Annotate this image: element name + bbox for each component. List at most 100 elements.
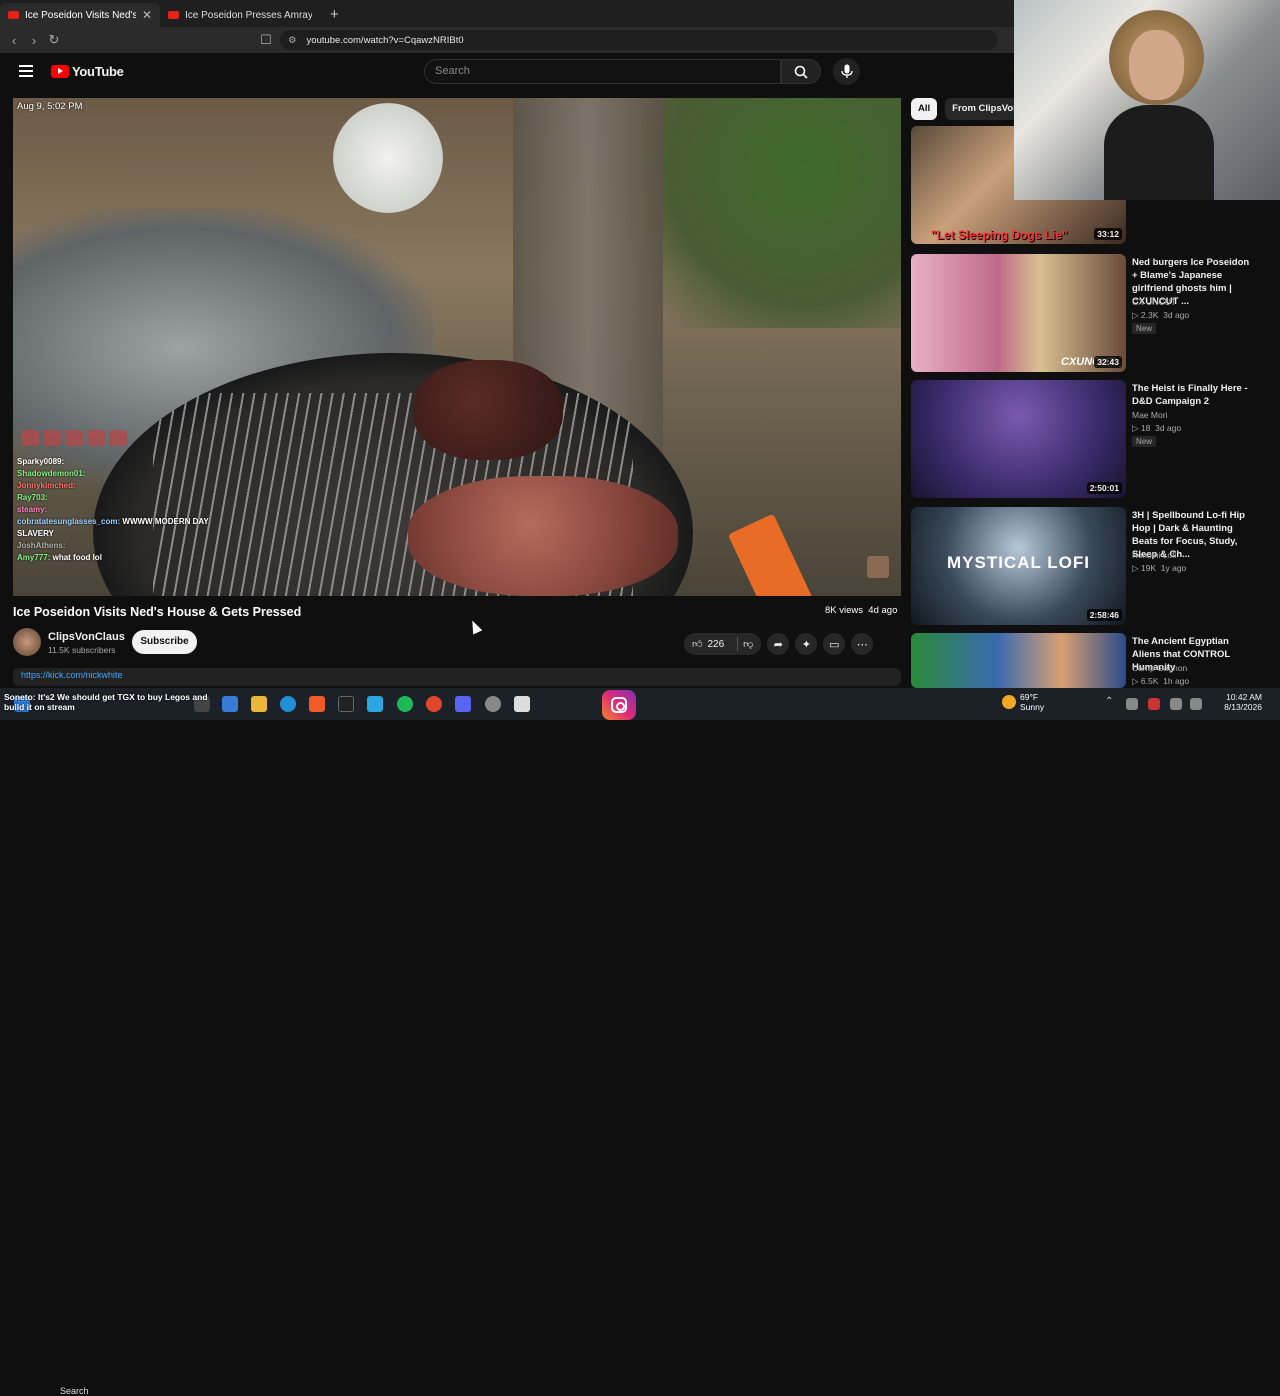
recommended-video[interactable]: MYSTICAL LOFI 2:58:46 3H | Spellbound Lo… bbox=[911, 507, 1271, 625]
thumbnail-overlay-text: "Let Sleeping Dogs Lie" bbox=[931, 228, 1068, 242]
microphone-tray-icon[interactable] bbox=[1170, 698, 1182, 710]
tab-title: Ice Poseidon Visits Ned's Hou bbox=[25, 9, 136, 21]
thumbs-up-icon: 👍︎ bbox=[692, 639, 703, 650]
channel-avatar[interactable] bbox=[13, 628, 41, 656]
chat-line: Ray703: bbox=[17, 493, 48, 502]
tray-app-icon[interactable] bbox=[1148, 698, 1160, 710]
back-icon[interactable]: ‹ bbox=[4, 33, 24, 48]
video-duration: 33:12 bbox=[1094, 228, 1122, 240]
share-icon: ➦ bbox=[773, 638, 783, 651]
video-scene-steak bbox=[408, 476, 678, 596]
stream-timestamp: Aug 9, 5:02 PM bbox=[17, 101, 83, 112]
reload-icon[interactable]: ↻ bbox=[44, 32, 64, 48]
youtube-favicon-icon bbox=[168, 11, 179, 19]
mouse-cursor-icon bbox=[467, 618, 483, 635]
url-text: youtube.com/watch?v=CqawzNRIBt0 bbox=[306, 34, 464, 46]
youtube-header: YouTube Search bbox=[0, 53, 1014, 95]
share-button[interactable]: ➦ bbox=[767, 633, 790, 655]
more-actions-button[interactable]: ⋯ bbox=[851, 633, 874, 655]
recommended-video[interactable]: The Ancient Egyptian Aliens that CONTROL… bbox=[911, 633, 1271, 688]
ask-button[interactable]: ✦ bbox=[795, 633, 818, 655]
description-box[interactable]: https://kick.com/nickwhite bbox=[13, 668, 901, 686]
thumbs-down-icon[interactable]: 👎︎ bbox=[743, 638, 753, 650]
site-info-icon[interactable]: ⚙ bbox=[288, 35, 297, 46]
recommended-video[interactable]: CXUNCUT 32:43 Ned burgers Ice Poseidon +… bbox=[911, 254, 1271, 372]
calculator-icon[interactable] bbox=[514, 696, 530, 712]
tab-ice-poseidon-visits[interactable]: Ice Poseidon Visits Ned's Hou ✕ bbox=[0, 3, 160, 27]
menu-icon[interactable] bbox=[19, 65, 33, 77]
chat-line: JoshAthens: bbox=[17, 541, 66, 550]
video-scene-meat bbox=[413, 360, 563, 460]
video-duration: 2:58:46 bbox=[1086, 609, 1122, 621]
discord-icon[interactable] bbox=[455, 696, 471, 712]
chat-emote-row bbox=[21, 430, 127, 446]
youtube-favicon-icon bbox=[8, 11, 19, 19]
video-thumbnail[interactable]: CXUNCUT 32:43 bbox=[911, 254, 1126, 372]
youtube-logo[interactable]: YouTube bbox=[51, 64, 124, 79]
settings-icon[interactable] bbox=[485, 696, 501, 712]
like-count: 226 bbox=[707, 638, 725, 650]
telegram-icon[interactable] bbox=[367, 696, 383, 712]
channel-name[interactable]: ClipsVonClaus bbox=[48, 631, 125, 643]
video-player[interactable]: Aug 9, 5:02 PM Sparky0089: Shadowdemon01… bbox=[13, 98, 901, 596]
bookmark-icon[interactable]: ☐ bbox=[256, 32, 276, 48]
recommended-meta: ▷ 2.3K 3d ago bbox=[1132, 310, 1190, 320]
close-tab-icon[interactable]: ✕ bbox=[142, 8, 152, 22]
video-thumbnail[interactable]: 2:50:01 bbox=[911, 380, 1126, 498]
video-thumbnail[interactable]: MYSTICAL LOFI 2:58:46 bbox=[911, 507, 1126, 625]
video-thumbnail[interactable] bbox=[911, 633, 1126, 688]
webcam-overlay bbox=[1014, 0, 1280, 200]
video-meta: 8K views 4d ago bbox=[825, 605, 898, 616]
url-field[interactable]: ⚙ youtube.com/watch?v=CqawzNRIBt0 bbox=[280, 30, 998, 50]
recommended-meta: ▷ 18 3d ago bbox=[1132, 423, 1182, 433]
search-button[interactable] bbox=[781, 59, 821, 84]
folder-icon[interactable] bbox=[251, 696, 267, 712]
chat-line: Sparky0089: bbox=[17, 457, 65, 466]
recommended-video[interactable]: 2:50:01 The Heist is Finally Here - D&D … bbox=[911, 380, 1271, 498]
address-bar-row: ‹ › ↻ ☐ ⚙ youtube.com/watch?v=CqawzNRIBt… bbox=[0, 27, 1014, 53]
thumbnail-overlay-text: MYSTICAL LOFI bbox=[946, 553, 1090, 572]
store-icon[interactable] bbox=[222, 696, 238, 712]
streamer-avatar-badge bbox=[867, 556, 889, 578]
system-clock[interactable]: 10:42 AM 8/13/2026 bbox=[1207, 692, 1262, 712]
save-button[interactable]: ▭ bbox=[823, 633, 846, 655]
volume-icon[interactable] bbox=[1190, 698, 1202, 710]
recommended-channel[interactable]: Konbini Lofi bbox=[1132, 550, 1176, 560]
new-tab-icon[interactable]: + bbox=[320, 6, 349, 27]
chat-line: Jonnykimched: bbox=[17, 481, 76, 490]
x-app-icon[interactable] bbox=[338, 696, 354, 712]
edge-icon[interactable] bbox=[280, 696, 296, 712]
chat-line: steamy: bbox=[17, 505, 48, 514]
subscriber-count: 11.5K subscribers bbox=[48, 645, 116, 655]
search-icon bbox=[794, 65, 808, 79]
voice-search-button[interactable] bbox=[833, 58, 860, 85]
tray-app-icon[interactable] bbox=[1126, 698, 1138, 710]
video-duration: 32:43 bbox=[1094, 356, 1122, 368]
chip-all[interactable]: All bbox=[911, 98, 938, 120]
video-actions: 👍︎ 226 👎︎ ➦ ✦ ▭ ⋯ bbox=[684, 633, 874, 655]
subscribe-button[interactable]: Subscribe bbox=[132, 630, 197, 654]
new-badge: New bbox=[1132, 436, 1157, 447]
search-input[interactable]: Search bbox=[424, 59, 781, 84]
tray-chevron-icon[interactable]: ⌃ bbox=[1105, 696, 1121, 712]
recommended-channel[interactable]: Mae Mori bbox=[1132, 410, 1167, 420]
description-link[interactable]: https://kick.com/nickwhite bbox=[21, 670, 123, 680]
tab-ice-poseidon-presses[interactable]: Ice Poseidon Presses Amray & Tries t bbox=[160, 3, 320, 27]
weather-widget[interactable]: 69°F Sunny bbox=[1020, 692, 1044, 712]
weather-sun-icon bbox=[1002, 695, 1016, 709]
chrome-icon[interactable] bbox=[426, 696, 442, 712]
recommended-channel[interactable]: Camp Gagnon bbox=[1132, 663, 1187, 673]
recommended-channel[interactable]: CX UNCUT bbox=[1132, 297, 1176, 307]
tab-title: Ice Poseidon Presses Amray & Tries t bbox=[185, 9, 312, 21]
new-badge: New bbox=[1132, 323, 1157, 334]
brave-icon[interactable] bbox=[309, 696, 325, 712]
stream-overlay-chat: Soneto: It's2 We should get TGX to buy L… bbox=[4, 692, 208, 712]
like-button[interactable]: 👍︎ 226 👎︎ bbox=[684, 633, 762, 655]
logo-text: YouTube bbox=[72, 64, 124, 79]
recommended-title[interactable]: The Heist is Finally Here - D&D Campaign… bbox=[1132, 382, 1257, 408]
sparkle-icon: ✦ bbox=[801, 638, 811, 651]
taskbar-search[interactable]: Search bbox=[60, 1386, 89, 1396]
forward-icon[interactable]: › bbox=[24, 33, 44, 48]
spotify-icon[interactable] bbox=[397, 696, 413, 712]
chat-line: SLAVERY bbox=[17, 529, 54, 538]
